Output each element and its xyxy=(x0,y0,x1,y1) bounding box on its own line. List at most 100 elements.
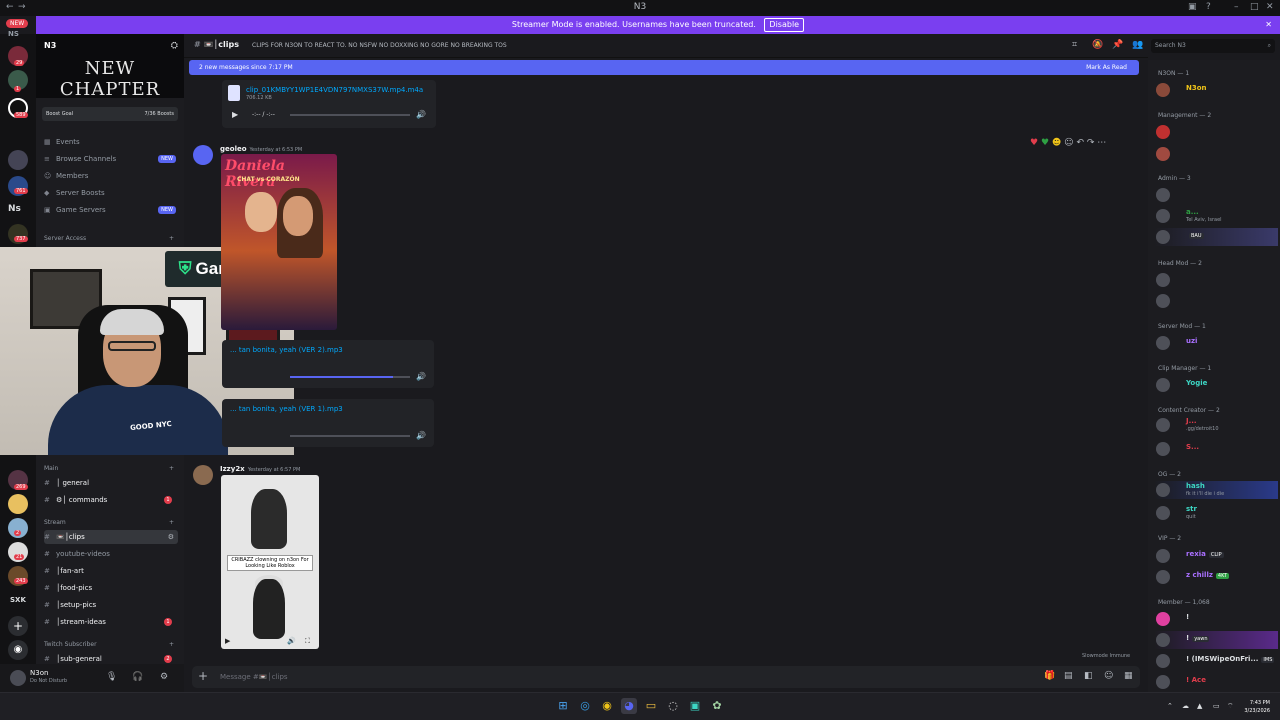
member-item[interactable]: ! (IMSWipeOnFri... IMS xyxy=(1154,652,1278,670)
member-item[interactable]: a... Tel Aviv, Israel xyxy=(1154,207,1278,225)
member-item[interactable]: J... .gg/detroit10 xyxy=(1154,416,1278,434)
edge-icon[interactable]: ◎ xyxy=(577,698,593,714)
member-item[interactable]: BAU xyxy=(1154,228,1278,246)
image-attachment[interactable]: Daniela Rivera CHAT vs CORAZÓN xyxy=(221,154,337,330)
sticker-icon[interactable]: ◧ xyxy=(1084,671,1093,681)
member-item[interactable] xyxy=(1154,292,1278,310)
message-composer[interactable]: + Message #📼│clips 🎁 ▤ ◧ ☺ ▦ xyxy=(192,666,1140,688)
nav-members[interactable]: ☺ Members xyxy=(44,169,178,183)
channel-clips[interactable]: # 📼│clips ⚙ xyxy=(44,530,178,544)
channel-food-pics[interactable]: # │food-pics xyxy=(44,581,178,595)
app-icon[interactable]: ◌ xyxy=(665,698,681,714)
tray-expand-icon[interactable]: ⌃ xyxy=(1167,702,1173,710)
member-item[interactable] xyxy=(1154,186,1278,204)
more-options-icon[interactable]: ⋯ xyxy=(1097,138,1106,148)
close-banner-icon[interactable]: ✕ xyxy=(1265,16,1272,34)
channel-youtube-videos[interactable]: # youtube-videos xyxy=(44,547,178,561)
tray-app-icon[interactable]: ▲ xyxy=(1197,702,1202,710)
chrome-icon[interactable]: ◉ xyxy=(599,698,615,714)
member-item[interactable] xyxy=(1154,145,1278,163)
apps-icon[interactable]: ▦ xyxy=(1124,671,1133,681)
mic-icon[interactable]: 🎙 xyxy=(106,672,117,682)
server-icon[interactable] xyxy=(8,494,28,514)
nav-events[interactable]: ▦ Events xyxy=(44,135,178,149)
add-channel-icon[interactable]: + xyxy=(169,232,174,246)
message-avatar[interactable] xyxy=(193,145,213,165)
member-item[interactable]: ! Ace xyxy=(1154,673,1278,691)
channel-general[interactable]: # │ general xyxy=(44,476,178,490)
member-item[interactable]: S... xyxy=(1154,440,1278,458)
volume-icon[interactable]: 🔊 xyxy=(416,110,426,119)
channel-commands[interactable]: # ⚙│ commands 1 xyxy=(44,493,178,507)
disable-streamer-button[interactable]: Disable xyxy=(764,18,805,32)
member-item[interactable] xyxy=(1154,123,1278,141)
user-settings-icon[interactable]: ⚙ xyxy=(160,672,168,682)
add-channel-icon[interactable]: + xyxy=(169,462,174,476)
nav-game-servers[interactable]: ▣ Game Servers NEW xyxy=(44,203,178,217)
reply-icon[interactable]: ↶ xyxy=(1076,138,1084,148)
display-icon[interactable]: ▭ xyxy=(1213,702,1220,710)
server-ns-label[interactable]: Ns xyxy=(8,204,21,214)
message-author[interactable]: geoleo Yesterday at 6:53 PM xyxy=(220,145,302,153)
category-main[interactable]: Main + xyxy=(44,462,178,476)
clock[interactable]: 7:43 PM 3/23/2026 xyxy=(1244,699,1270,715)
nav-server-boosts[interactable]: ◆ Server Boosts xyxy=(44,186,178,200)
member-item[interactable]: uzi xyxy=(1154,334,1278,352)
member-item[interactable]: Yogie xyxy=(1154,376,1278,394)
member-list-icon[interactable]: 👥 xyxy=(1132,40,1143,50)
user-avatar[interactable] xyxy=(10,670,26,686)
mark-as-read-button[interactable]: Mark As Read xyxy=(1086,60,1127,75)
headphones-icon[interactable]: 🎧 xyxy=(132,672,143,682)
pin-icon[interactable]: 📌 xyxy=(1112,40,1123,50)
inbox-icon[interactable]: ▣ xyxy=(1188,2,1197,12)
add-channel-icon[interactable]: + xyxy=(169,516,174,530)
volume-icon[interactable]: 🔊 xyxy=(416,372,426,381)
notification-icon[interactable]: 🔕 xyxy=(1092,40,1103,50)
start-icon[interactable]: ⊞ xyxy=(555,698,571,714)
volume-icon[interactable]: 🔊 xyxy=(416,431,426,440)
discord-icon[interactable]: ◕ xyxy=(621,698,637,714)
add-server-icon[interactable]: + xyxy=(8,616,28,636)
server-banner[interactable]: N3 ⛭ NEW CHAPTER xyxy=(36,34,184,100)
file-explorer-icon[interactable]: ▭ xyxy=(643,698,659,714)
server-icon[interactable] xyxy=(8,150,28,170)
heart-reaction-icon[interactable]: ♥ xyxy=(1030,138,1038,148)
app-icon[interactable]: ✿ xyxy=(709,698,725,714)
category-server-access[interactable]: Server Access + xyxy=(44,232,178,246)
member-item[interactable]: z chillz 4KT xyxy=(1154,568,1278,586)
tray-app-icon[interactable]: ☁ xyxy=(1182,702,1189,710)
wifi-icon[interactable]: ⌔ xyxy=(1227,702,1234,711)
message-author[interactable]: Izzy2x Yesterday at 6:57 PM xyxy=(220,465,300,473)
channel-setup-pics[interactable]: # │setup-pics xyxy=(44,598,178,612)
member-item[interactable] xyxy=(1154,271,1278,289)
video-attachment[interactable]: CRIBAZZ clowning on n3on For Looking Lik… xyxy=(221,475,319,649)
search-input[interactable]: Search N3 ⌕ xyxy=(1151,39,1275,53)
new-badge[interactable]: NEW xyxy=(6,19,29,28)
category-stream[interactable]: Stream + xyxy=(44,516,178,530)
green-heart-reaction-icon[interactable]: ♥ xyxy=(1041,138,1049,148)
member-item[interactable]: ! yawn xyxy=(1154,631,1278,649)
gift-icon[interactable]: 🎁 xyxy=(1044,671,1055,681)
audio-file-name[interactable]: ... tan bonita, yeah (VER 1).mp3 xyxy=(230,405,343,413)
add-channel-icon[interactable]: + xyxy=(169,638,174,652)
boost-goal-bar[interactable]: Boost Goal 7/36 Boosts xyxy=(42,107,178,121)
channel-fan-art[interactable]: # │fan-art xyxy=(44,564,178,578)
message-input[interactable]: Message #📼│clips xyxy=(220,673,288,681)
invite-icon[interactable]: ⛭ xyxy=(171,41,178,51)
minimize-icon[interactable]: – xyxy=(1234,2,1239,12)
maximize-icon[interactable]: □ xyxy=(1250,2,1259,12)
smile-reaction-icon[interactable]: ☻ xyxy=(1052,138,1061,148)
channel-stream-ideas[interactable]: # │stream-ideas 1 xyxy=(44,615,178,629)
emoji-icon[interactable]: ☺ xyxy=(1104,671,1113,681)
close-window-icon[interactable]: ✕ xyxy=(1266,2,1274,12)
help-icon[interactable]: ? xyxy=(1206,2,1211,12)
nav-browse-channels[interactable]: ≡ Browse Channels NEW xyxy=(44,152,178,166)
member-item[interactable]: str quit xyxy=(1154,504,1278,522)
member-item[interactable]: ! xyxy=(1154,610,1278,628)
member-item[interactable]: rexia CLIP xyxy=(1154,547,1278,565)
settings-icon[interactable]: ⚙ xyxy=(168,530,174,544)
new-messages-bar[interactable]: 2 new messages since 7:17 PM Mark As Rea… xyxy=(189,60,1139,75)
gif-icon[interactable]: ▤ xyxy=(1064,671,1073,681)
audio-progress[interactable] xyxy=(290,114,410,116)
member-item[interactable]: hash fk it i'll die i die xyxy=(1154,481,1278,499)
